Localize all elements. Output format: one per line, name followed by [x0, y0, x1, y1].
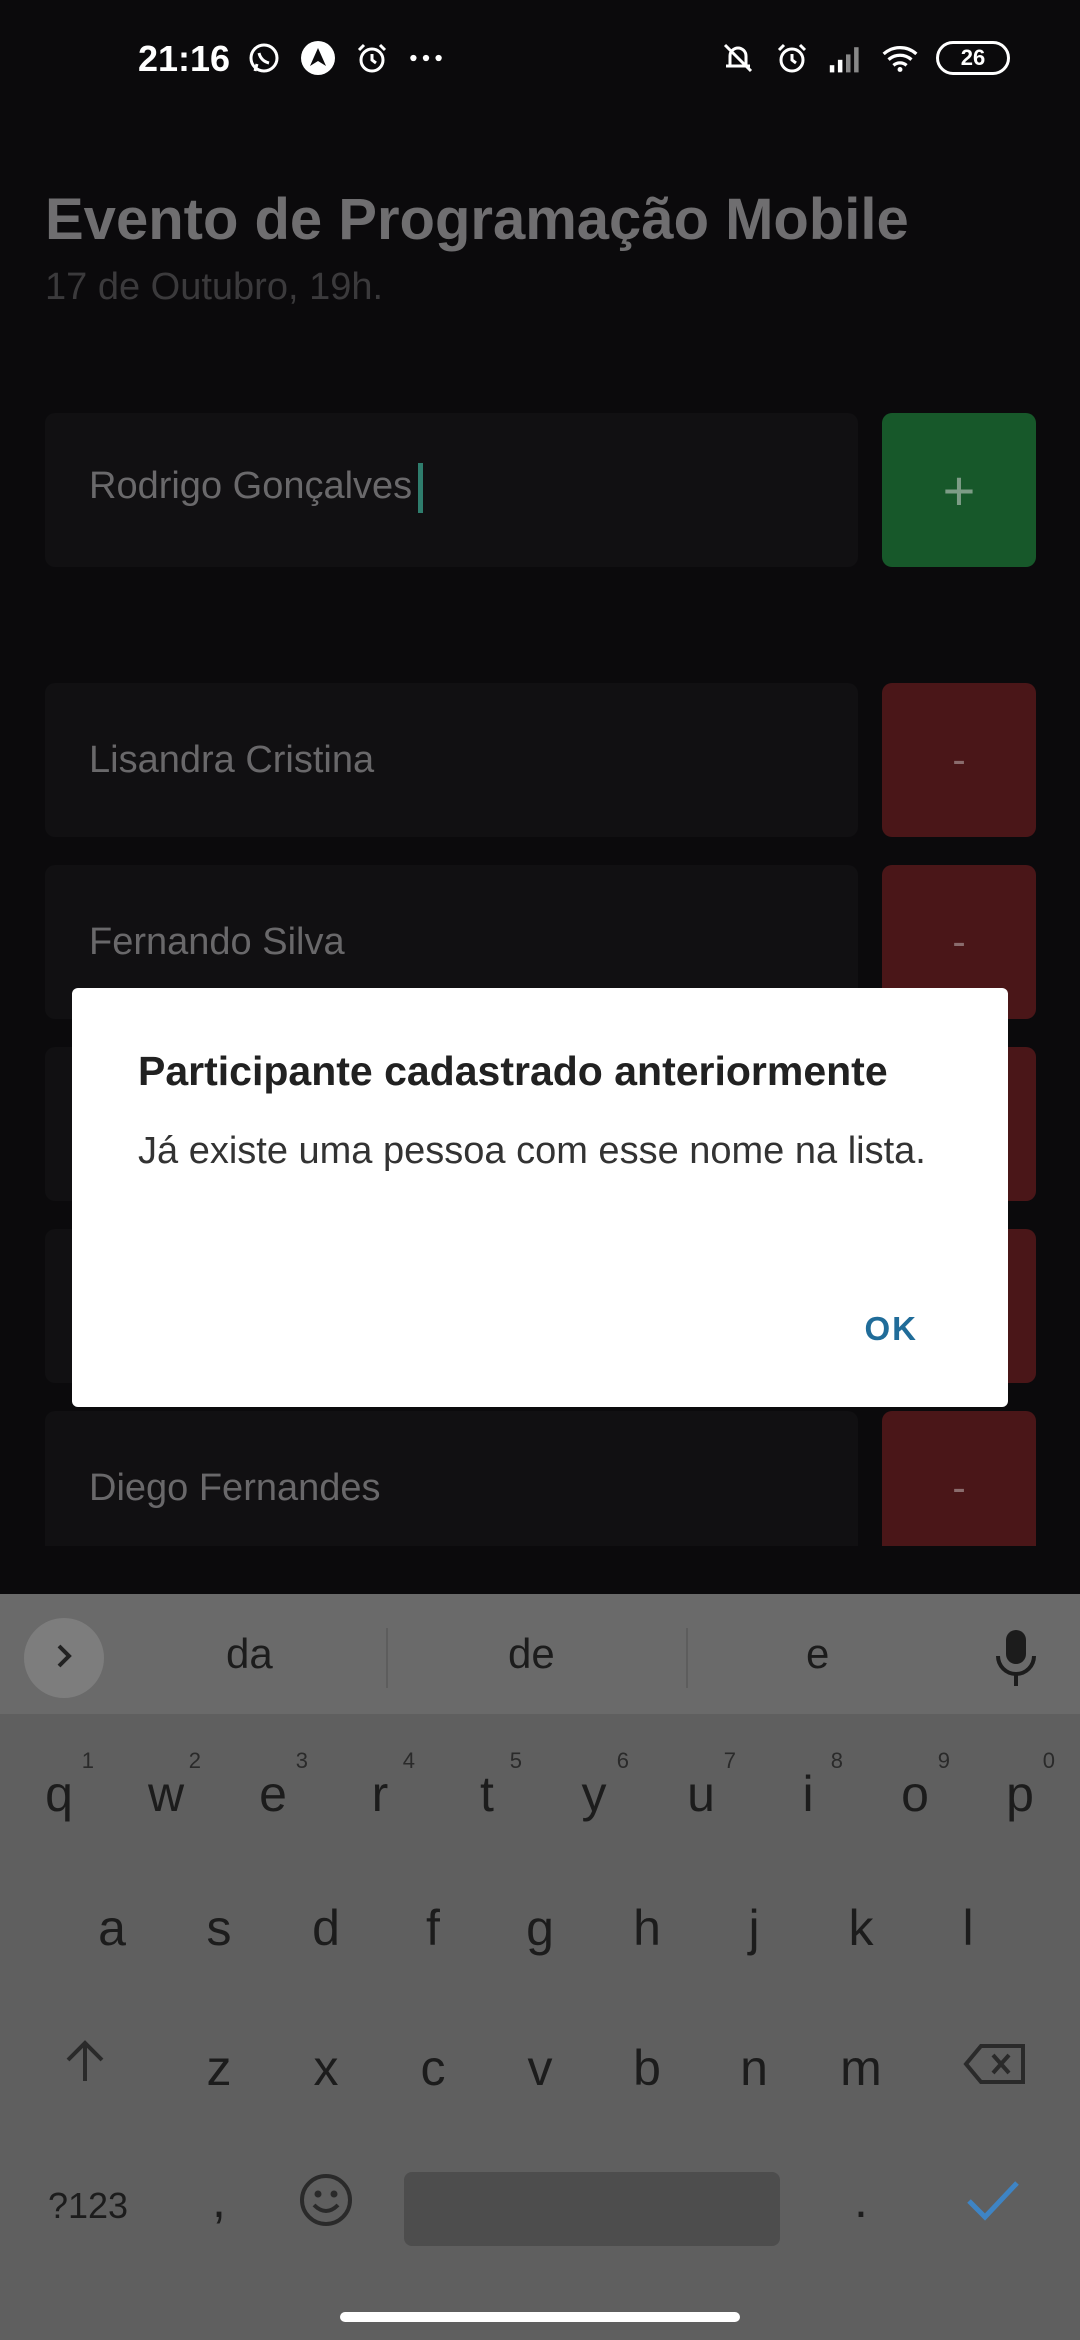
participant-name: Lisandra Cristina [89, 739, 375, 781]
participant-row: Diego Fernandes - [45, 1411, 1036, 1546]
key-u[interactable]: u7 [656, 1744, 746, 1844]
participant-name-input[interactable]: Rodrigo Gonçalves [45, 413, 858, 567]
key-j[interactable]: j [709, 1878, 799, 1978]
checkmark-icon [965, 2177, 1021, 2235]
remove-participant-button[interactable]: - [882, 683, 1036, 837]
suggestion-divider [386, 1628, 388, 1688]
dialog-ok-button[interactable]: OK [865, 1310, 919, 1348]
dialog-message: Já existe uma pessoa com esse nome na li… [138, 1130, 926, 1172]
key-s[interactable]: s [174, 1878, 264, 1978]
alarm-icon [354, 40, 390, 76]
key-z[interactable]: z [174, 2018, 264, 2118]
participant-card: Lisandra Cristina [45, 683, 858, 837]
backspace-icon [963, 2039, 1027, 2097]
key-a[interactable]: a [67, 1878, 157, 1978]
text-caret [418, 463, 424, 513]
signal-icon [828, 40, 864, 76]
microphone-icon[interactable] [994, 1628, 1038, 1693]
participant-name: Fernando Silva [89, 921, 345, 963]
key-w[interactable]: w2 [121, 1744, 211, 1844]
key-y[interactable]: y6 [549, 1744, 639, 1844]
symbols-key[interactable]: ?123 [38, 2156, 138, 2256]
suggestion-1[interactable]: da [226, 1630, 273, 1678]
key-q[interactable]: q1 [14, 1744, 104, 1844]
chevron-right-icon [49, 1641, 79, 1676]
emoji-icon [298, 2172, 354, 2240]
key-f[interactable]: f [388, 1878, 478, 1978]
status-left-icons [246, 40, 444, 76]
status-time: 21:16 [138, 38, 231, 79]
whatsapp-icon [246, 40, 282, 76]
event-date: 17 de Outubro, 19h. [45, 266, 384, 308]
key-b[interactable]: b [602, 2018, 692, 2118]
battery-indicator: 26 [936, 41, 1010, 75]
key-o[interactable]: o9 [870, 1744, 960, 1844]
enter-key[interactable] [948, 2156, 1038, 2256]
shift-arrow-icon [62, 2039, 108, 2097]
participant-name-value: Rodrigo Gonçalves [89, 465, 413, 508]
more-dots-icon [408, 40, 444, 76]
key-r[interactable]: r4 [335, 1744, 425, 1844]
key-i[interactable]: i8 [763, 1744, 853, 1844]
wifi-icon [882, 40, 918, 76]
key-c[interactable]: c [388, 2018, 478, 2118]
key-t[interactable]: t5 [442, 1744, 532, 1844]
suggestion-divider [686, 1628, 688, 1688]
participant-row: Lisandra Cristina - [45, 683, 1036, 837]
shift-key[interactable] [40, 2018, 130, 2118]
backspace-key[interactable] [950, 2018, 1040, 2118]
emoji-key[interactable] [281, 2156, 371, 2256]
status-bar: 21:16 26 [0, 0, 1080, 120]
key-n[interactable]: n [709, 2018, 799, 2118]
navigation-icon [300, 40, 336, 76]
participant-name: Diego Fernandes [89, 1467, 381, 1509]
key-m[interactable]: m [816, 2018, 906, 2118]
mute-icon [720, 40, 756, 76]
duplicate-participant-dialog: Participante cadastrado anteriormente Já… [72, 988, 1008, 1407]
add-participant-button[interactable]: + [882, 413, 1036, 567]
key-g[interactable]: g [495, 1878, 585, 1978]
dialog-title: Participante cadastrado anteriormente [138, 1048, 888, 1094]
soft-keyboard: da de e q1 w2 e3 r4 t5 y6 u7 i8 o9 p0 a … [0, 1594, 1080, 2340]
comma-key[interactable]: , [174, 2150, 264, 2250]
key-k[interactable]: k [816, 1878, 906, 1978]
key-v[interactable]: v [495, 2018, 585, 2118]
status-right-icons: 26 [720, 40, 1010, 76]
suggestion-3[interactable]: e [806, 1630, 829, 1678]
key-l[interactable]: l [923, 1878, 1013, 1978]
participant-card: Diego Fernandes [45, 1411, 858, 1546]
key-x[interactable]: x [281, 2018, 371, 2118]
key-d[interactable]: d [281, 1878, 371, 1978]
event-title: Evento de Programação Mobile [45, 187, 909, 252]
period-key[interactable]: . [816, 2150, 906, 2250]
suggestion-2[interactable]: de [508, 1630, 555, 1678]
suggestion-bar: da de e [0, 1594, 1080, 1714]
key-p[interactable]: p0 [975, 1744, 1065, 1844]
key-e[interactable]: e3 [228, 1744, 318, 1844]
space-bar[interactable] [404, 2172, 780, 2246]
expand-toolbar-button[interactable] [24, 1618, 104, 1698]
remove-participant-button[interactable]: - [882, 1411, 1036, 1546]
home-indicator[interactable] [340, 2312, 740, 2322]
alarm-icon [774, 40, 810, 76]
key-h[interactable]: h [602, 1878, 692, 1978]
